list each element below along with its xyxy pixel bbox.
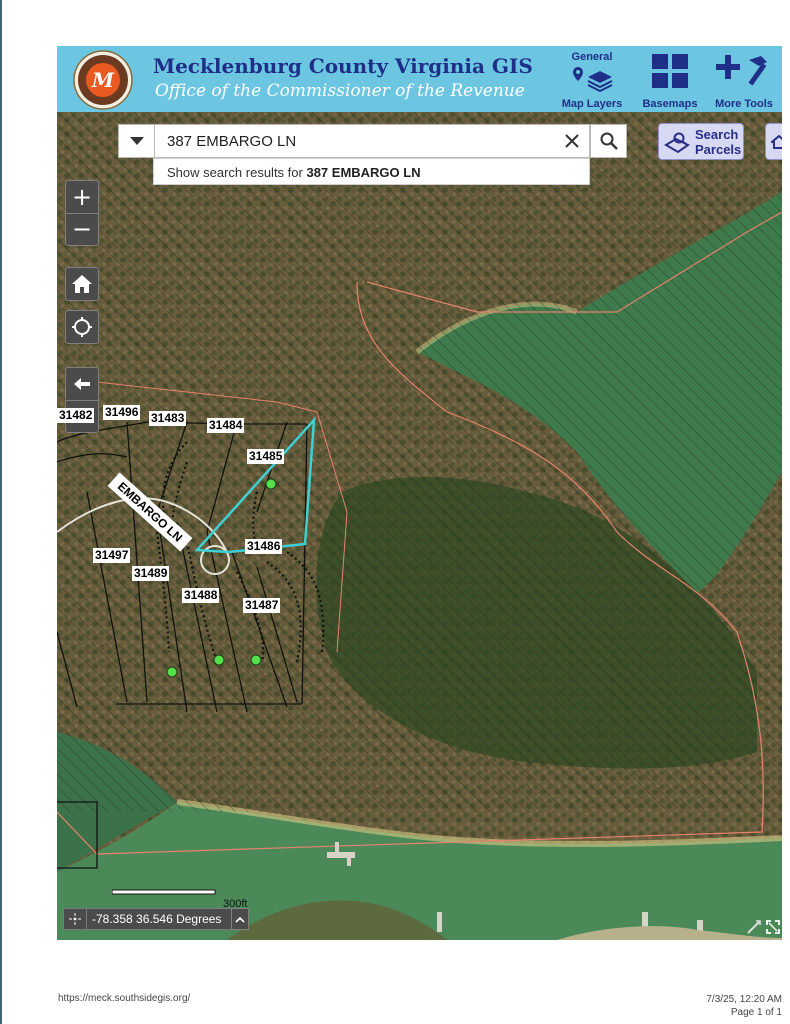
basemaps-button[interactable]: Basemaps [635, 50, 705, 110]
arrow-left-icon [74, 377, 90, 390]
measure-icon[interactable] [747, 920, 761, 934]
parcel-label: 31485 [247, 449, 285, 464]
search-source-dropdown[interactable] [119, 125, 155, 157]
window-edge [0, 0, 2, 1024]
suggestion-prefix: Show search results for [167, 165, 303, 180]
clear-search-button[interactable] [555, 125, 589, 157]
fullscreen-icon[interactable] [766, 920, 780, 934]
parcel-label: 31484 [207, 418, 245, 433]
search-parcels-button[interactable]: Search Parcels [658, 123, 744, 160]
extent-nav [65, 367, 99, 433]
basemaps-label: Basemaps [642, 98, 698, 110]
close-icon [565, 134, 579, 148]
home-icon [72, 275, 92, 293]
search-widget [118, 124, 590, 158]
page-url: https://meck.southsidegis.org/ [58, 993, 191, 1004]
parcel-label: 31483 [149, 411, 187, 426]
more-tools-button[interactable]: More Tools [709, 50, 779, 110]
map-layers-button[interactable]: General Map Layers [557, 50, 627, 110]
parcel-label: 31488 [182, 588, 220, 603]
search-parcels-line1: Search [695, 127, 739, 142]
search-button[interactable] [590, 124, 627, 158]
search-suggestion[interactable]: Show search results for 387 EMBARGO LN [153, 158, 590, 185]
parcel-label: 31497 [93, 548, 131, 563]
print-datetime: 7/3/25, 12:20 AM [706, 994, 782, 1005]
svg-text:M: M [91, 68, 115, 92]
app-subtitle: Office of the Commissioner of the Revenu… [155, 81, 525, 101]
zoom-in-button[interactable]: + [65, 181, 99, 214]
page-count: Page 1 of 1 [730, 1007, 782, 1018]
search-parcels-line2: Parcels [695, 142, 742, 157]
zoom-controls: + − [65, 180, 99, 246]
crosshair-icon [69, 913, 81, 925]
parcel-label: 31487 [243, 598, 281, 613]
scale-bar [112, 889, 216, 895]
map-view[interactable]: + − 387 EMBARGO LN Show search results f… [57, 112, 782, 940]
map-layers-top-label: General [571, 51, 613, 63]
parcel-label: 31489 [132, 566, 170, 581]
app-header: M Mecklenburg County Virginia GIS Office… [57, 46, 782, 112]
zoom-out-button[interactable]: − [65, 214, 99, 246]
print-footer: 7/3/25, 12:20 AM Page 1 of 1 [706, 993, 782, 1019]
search-icon [600, 132, 618, 150]
locate-icon [72, 317, 92, 337]
parcel-label: 31486 [245, 539, 283, 554]
county-logo: M [73, 50, 133, 110]
previous-extent-button[interactable] [65, 368, 99, 401]
coordinate-expand-button[interactable] [231, 908, 249, 930]
caret-down-icon [129, 137, 144, 145]
coordinate-widget: -78.358 36.546 Degrees [63, 908, 249, 930]
gis-app: M Mecklenburg County Virginia GIS Office… [57, 46, 782, 940]
more-tools-label: More Tools [715, 98, 773, 110]
minus-icon: − [71, 215, 93, 244]
partial-tool-button[interactable] [765, 123, 782, 160]
map-layers-label: Map Layers [561, 98, 623, 110]
home-icon [771, 135, 782, 149]
tools-icon [716, 55, 767, 86]
coordinate-mode-button[interactable] [64, 909, 87, 929]
parcel-label: 31482 [57, 408, 95, 423]
search-input[interactable] [155, 125, 555, 157]
plus-icon: + [71, 182, 93, 211]
layers-icon [573, 67, 613, 93]
home-button[interactable] [65, 267, 99, 301]
suggestion-term: 387 EMBARGO LN [306, 165, 421, 180]
chevron-up-icon [235, 916, 245, 923]
locate-button[interactable] [65, 310, 99, 344]
coordinate-readout: -78.358 36.546 Degrees [92, 912, 222, 926]
grid-icon [652, 54, 688, 88]
parcel-search-icon [664, 132, 690, 154]
parcel-label: 31496 [103, 405, 141, 420]
app-title: Mecklenburg County Virginia GIS [153, 54, 533, 78]
